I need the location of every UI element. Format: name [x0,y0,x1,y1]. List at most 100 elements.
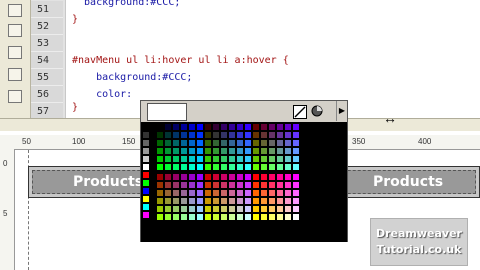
color-swatch[interactable] [293,182,299,188]
color-swatch[interactable] [213,198,219,204]
color-swatch[interactable] [269,182,275,188]
color-swatch[interactable] [221,140,227,146]
code-line[interactable]: background:#CCC; [72,69,192,86]
color-swatch[interactable] [261,132,267,138]
color-swatch[interactable] [205,206,211,212]
color-swatch[interactable] [229,182,235,188]
color-swatch[interactable] [165,214,171,220]
color-swatch[interactable] [237,214,243,220]
color-swatch[interactable] [157,182,163,188]
color-swatch[interactable] [253,190,259,196]
color-swatch[interactable] [277,214,283,220]
color-swatch[interactable] [173,182,179,188]
color-wheel-icon[interactable] [311,105,323,117]
color-swatch[interactable] [229,214,235,220]
color-swatch[interactable] [293,198,299,204]
color-swatch[interactable] [197,164,203,170]
color-swatch[interactable] [205,132,211,138]
color-swatch[interactable] [205,190,211,196]
color-swatch[interactable] [205,148,211,154]
color-swatch[interactable] [245,124,251,130]
code-line[interactable]: #navMenu ul li:hover ul li a:hover { [72,52,289,69]
color-swatch[interactable] [189,156,195,162]
color-swatch[interactable] [213,206,219,212]
color-swatch[interactable] [253,182,259,188]
color-swatch[interactable] [285,182,291,188]
color-swatch[interactable] [143,148,149,154]
color-swatch[interactable] [237,206,243,212]
color-swatch[interactable] [157,132,163,138]
color-swatch[interactable] [213,182,219,188]
color-swatch[interactable] [229,124,235,130]
color-swatch[interactable] [181,182,187,188]
color-swatch[interactable] [143,220,149,226]
color-swatch[interactable] [197,156,203,162]
color-swatch[interactable] [189,182,195,188]
color-swatch[interactable] [157,156,163,162]
color-swatch[interactable] [285,214,291,220]
color-swatch[interactable] [181,164,187,170]
color-swatch[interactable] [197,206,203,212]
color-swatch[interactable] [181,140,187,146]
color-swatch[interactable] [237,182,243,188]
color-swatch[interactable] [157,140,163,146]
color-swatch[interactable] [237,148,243,154]
color-swatch[interactable] [229,174,235,180]
color-swatch[interactable] [189,206,195,212]
color-swatch[interactable] [205,156,211,162]
color-swatch[interactable] [253,206,259,212]
color-swatch[interactable] [221,124,227,130]
color-swatch[interactable] [261,182,267,188]
line-numbers-icon[interactable] [8,90,22,103]
color-swatch[interactable] [285,124,291,130]
color-swatch[interactable] [253,140,259,146]
color-swatch[interactable] [181,148,187,154]
color-swatch[interactable] [293,132,299,138]
color-swatch[interactable] [157,206,163,212]
color-swatch[interactable] [269,124,275,130]
color-swatch[interactable] [285,156,291,162]
color-swatch[interactable] [277,124,283,130]
color-swatch[interactable] [261,164,267,170]
color-swatch[interactable] [181,198,187,204]
color-swatch[interactable] [253,198,259,204]
color-swatch[interactable] [213,190,219,196]
color-swatch[interactable] [189,174,195,180]
color-swatch[interactable] [181,132,187,138]
color-swatch[interactable] [173,206,179,212]
color-swatch[interactable] [157,164,163,170]
color-swatch[interactable] [213,140,219,146]
color-swatch[interactable] [213,214,219,220]
color-swatch[interactable] [173,156,179,162]
color-swatch[interactable] [143,124,149,130]
color-swatch[interactable] [245,182,251,188]
color-swatch[interactable] [261,140,267,146]
color-swatch[interactable] [253,148,259,154]
color-swatch[interactable] [213,164,219,170]
color-swatch[interactable] [165,140,171,146]
color-swatch[interactable] [221,164,227,170]
color-swatch[interactable] [143,228,149,234]
color-swatch[interactable] [269,206,275,212]
color-swatch[interactable] [293,174,299,180]
color-swatch[interactable] [293,140,299,146]
color-swatch[interactable] [293,214,299,220]
color-swatch[interactable] [205,124,211,130]
color-swatch[interactable] [253,164,259,170]
code-line[interactable]: background:#CCC; [72,0,180,11]
color-swatch[interactable] [189,214,195,220]
color-swatch[interactable] [173,132,179,138]
color-swatch[interactable] [229,206,235,212]
color-swatch[interactable] [173,190,179,196]
color-swatch[interactable] [181,174,187,180]
color-swatch[interactable] [269,214,275,220]
color-swatch[interactable] [189,132,195,138]
color-swatch[interactable] [253,156,259,162]
code-line[interactable]: color: [72,86,132,103]
color-swatch[interactable] [165,156,171,162]
color-swatch[interactable] [269,174,275,180]
color-swatch[interactable] [205,214,211,220]
color-swatch[interactable] [245,140,251,146]
color-swatch[interactable] [237,132,243,138]
color-swatch[interactable] [143,172,149,178]
